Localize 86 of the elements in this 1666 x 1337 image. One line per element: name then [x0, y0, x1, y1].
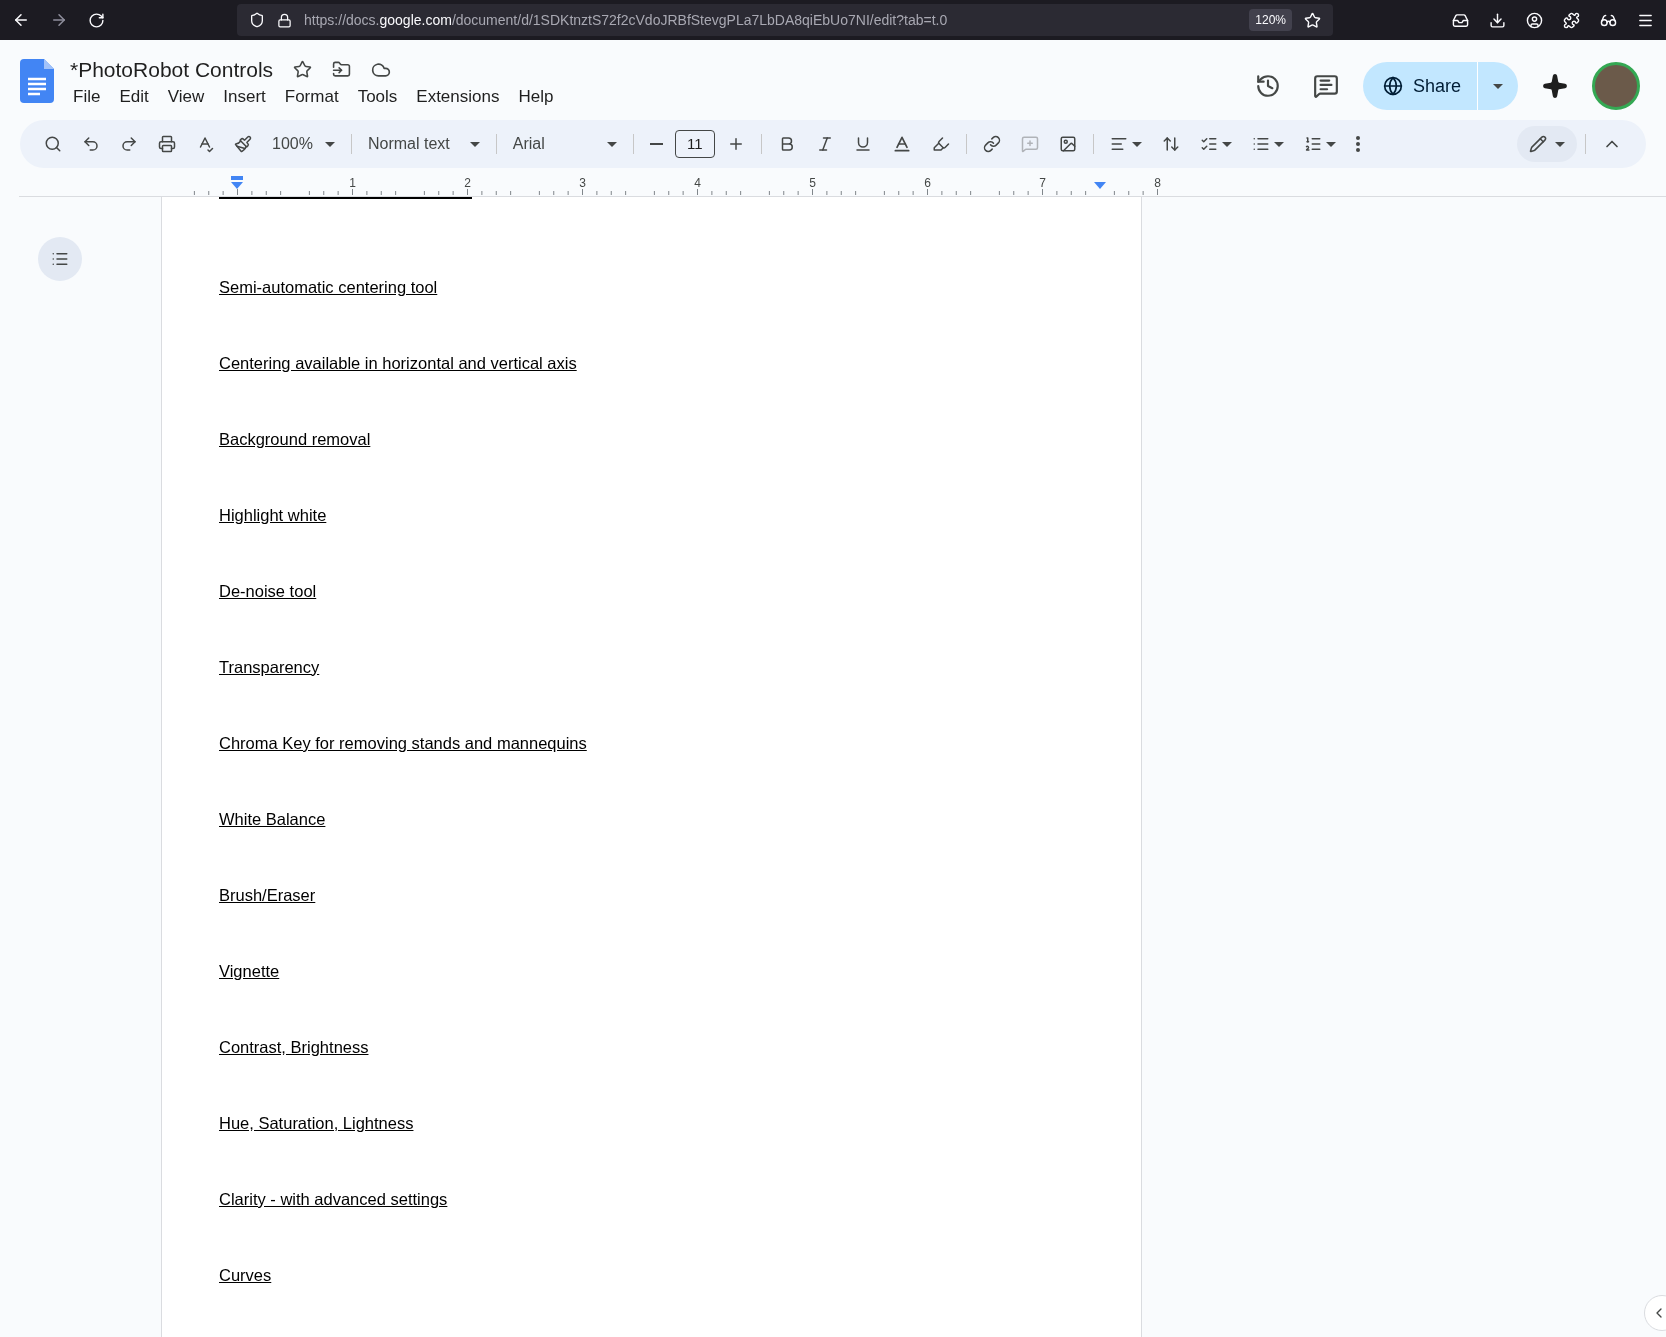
forward-icon[interactable] — [50, 11, 68, 29]
sparkle-icon[interactable] — [1542, 73, 1568, 99]
underlined-text: Transparency — [219, 656, 320, 678]
underlined-text: Contrast, Brightness — [219, 1036, 369, 1058]
zoom-level[interactable]: 120% — [1249, 9, 1292, 31]
underlined-text: Vignette — [219, 960, 280, 982]
numbered-list-icon — [1303, 135, 1322, 153]
move-folder-icon[interactable] — [332, 60, 352, 80]
line-spacing-icon — [1161, 135, 1180, 153]
ruler-number: 8 — [1154, 176, 1161, 190]
star-icon[interactable] — [293, 60, 313, 80]
underlined-text: Curves — [219, 1264, 272, 1286]
caret-icon — [1273, 141, 1284, 147]
underlined-text: De-noise tool — [219, 580, 317, 602]
left-indent-marker[interactable] — [230, 176, 244, 190]
underlined-text: Background removal — [219, 428, 371, 450]
comments-icon[interactable] — [1312, 73, 1339, 99]
add-comment-icon — [1020, 135, 1039, 153]
ruler-number: 1 — [349, 176, 356, 190]
caret-icon — [1325, 141, 1336, 147]
caret-icon — [1555, 141, 1565, 147]
font-dropdown[interactable]: Arial — [504, 128, 625, 160]
underlined-text: Clarity - with advanced settings — [219, 1188, 448, 1210]
caret-icon — [1131, 141, 1142, 147]
shield-icon[interactable] — [249, 12, 265, 28]
menu-item[interactable]: Insert — [214, 83, 275, 109]
underlined-text: Hue, Saturation, Lightness — [219, 1112, 414, 1134]
zoom-dropdown[interactable]: 100% — [264, 128, 343, 160]
bulleted-list-icon — [1251, 135, 1270, 153]
undo-icon — [82, 135, 100, 153]
menu-item[interactable]: Format — [275, 83, 348, 109]
caret-icon — [1493, 83, 1503, 89]
link-icon — [982, 135, 1001, 153]
list-icon — [51, 250, 69, 268]
avatar[interactable] — [1592, 62, 1640, 110]
outline-button[interactable] — [38, 237, 82, 281]
document-title[interactable]: *PhotoRobot Controls — [70, 54, 274, 86]
underlined-text: White Balance — [219, 808, 326, 830]
checklist-icon — [1199, 135, 1218, 153]
paint-format-icon — [234, 135, 252, 153]
caret-icon — [1221, 141, 1232, 147]
underlined-text: Centering available in horizontal and vertical axis — [219, 352, 577, 374]
pencil-icon — [1529, 135, 1547, 153]
menu-item[interactable]: View — [158, 83, 214, 109]
account-icon[interactable] — [1526, 11, 1543, 29]
download-icon[interactable] — [1489, 11, 1506, 29]
extensions-icon[interactable] — [1563, 11, 1580, 29]
globe-icon — [1382, 76, 1403, 96]
ruler-number: 2 — [464, 176, 471, 190]
ruler-number: 7 — [1039, 176, 1046, 190]
ruler-number: 4 — [694, 176, 701, 190]
right-indent-marker[interactable] — [1093, 182, 1107, 190]
caret-icon — [606, 141, 617, 147]
ruler-number: 3 — [579, 176, 586, 190]
lock-icon[interactable] — [277, 12, 292, 28]
caret-icon — [469, 141, 480, 147]
address-bar[interactable]: https://docs.google.com/document/d/1SDKtnztS72f2cVdoJRBfStevgPLa7LbDA8qiEbUo7NI/edit?tab=t.0 120% — [237, 4, 1333, 36]
redo-icon — [120, 135, 138, 153]
style-dropdown[interactable]: Normal text — [359, 128, 488, 160]
font-size-field[interactable]: 11 — [674, 130, 715, 158]
back-icon[interactable] — [12, 11, 30, 29]
print-icon — [158, 135, 176, 153]
insert-image-icon — [1058, 135, 1077, 153]
docs-logo[interactable] — [20, 59, 54, 103]
underlined-text: Brush/Eraser — [219, 884, 316, 906]
ruler-number: 6 — [924, 176, 931, 190]
menu-item[interactable]: Edit — [110, 83, 158, 109]
align-icon — [1109, 135, 1128, 153]
underlined-text: Semi-automatic centering tool — [219, 276, 438, 298]
menu-item[interactable]: Tools — [348, 83, 407, 109]
bookmark-star-icon[interactable] — [1304, 11, 1321, 29]
url-text: https://docs.google.com/document/d/1SDKtnztS72f2cVdoJRBfStevgPLa7LbDA8qiEbUo7NI/edit?tab=t.0 — [304, 10, 948, 30]
editing-mode-button[interactable] — [1517, 126, 1577, 162]
menu-item[interactable]: Help — [509, 83, 563, 109]
underlined-text: Chroma Key for removing stands and mannequins — [219, 732, 587, 754]
underline-icon — [853, 135, 872, 153]
ruler-number: 5 — [809, 176, 816, 190]
underlined-text: Highlight white — [219, 504, 327, 526]
reload-icon[interactable] — [88, 11, 105, 29]
menu-item[interactable]: Extensions — [407, 83, 509, 109]
more-icon — [1355, 136, 1360, 152]
highlight-icon — [931, 135, 950, 153]
menu-item[interactable]: File — [64, 83, 110, 109]
history-icon[interactable] — [1254, 73, 1281, 99]
search-icon — [44, 135, 62, 153]
caret-icon — [324, 141, 335, 147]
